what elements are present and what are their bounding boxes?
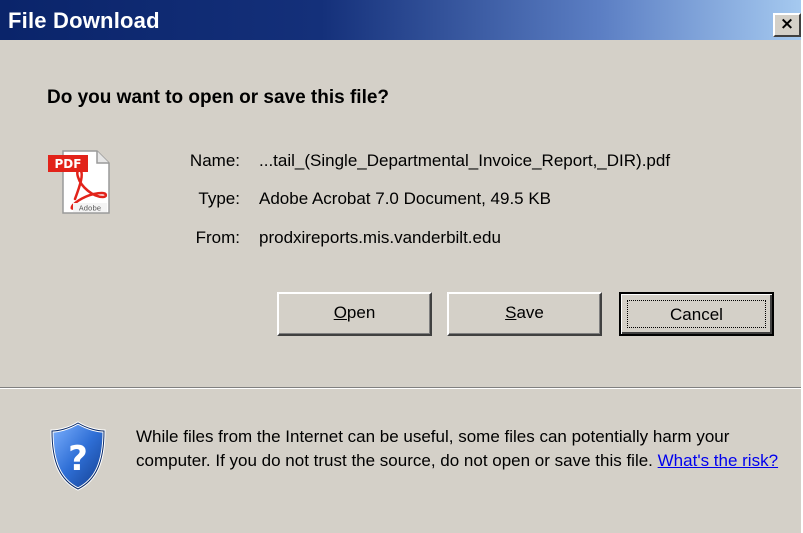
pdf-file-icon: PDF Adobe bbox=[48, 150, 110, 214]
svg-text:PDF: PDF bbox=[55, 157, 82, 171]
svg-text:Adobe: Adobe bbox=[79, 205, 101, 213]
open-button[interactable]: Open bbox=[277, 292, 432, 336]
close-button[interactable]: × bbox=[773, 13, 801, 37]
security-shield-question-icon: ? bbox=[50, 421, 106, 491]
title-bar[interactable]: File Download × bbox=[0, 0, 801, 40]
svg-text:?: ? bbox=[68, 439, 88, 479]
security-warning: While files from the Internet can be use… bbox=[136, 425, 786, 473]
from-value: prodxireports.mis.vanderbilt.edu bbox=[259, 228, 501, 247]
section-divider bbox=[0, 387, 801, 389]
dialog-question: Do you want to open or save this file? bbox=[47, 87, 390, 108]
open-label-rest: pen bbox=[346, 303, 376, 322]
cancel-label: Cancel bbox=[670, 305, 723, 324]
focus-rectangle: Cancel bbox=[627, 300, 766, 328]
name-value: ...tail_(Single_Departmental_Invoice_Rep… bbox=[259, 151, 671, 170]
type-label: Type: bbox=[198, 189, 240, 208]
save-button[interactable]: Save bbox=[447, 292, 602, 336]
open-mnemonic: O bbox=[333, 303, 347, 322]
cancel-button[interactable]: Cancel bbox=[619, 292, 774, 336]
name-label: Name: bbox=[189, 151, 240, 170]
type-value: Adobe Acrobat 7.0 Document, 49.5 KB bbox=[259, 189, 552, 208]
file-download-dialog: File Download × Do you want to open or s… bbox=[0, 0, 803, 533]
save-label-rest: ave bbox=[516, 303, 544, 322]
from-label: From: bbox=[195, 228, 240, 247]
whats-the-risk-link[interactable]: What's the risk? bbox=[658, 451, 778, 470]
warning-text: While files from the Internet can be use… bbox=[136, 427, 730, 470]
save-mnemonic: S bbox=[505, 303, 517, 322]
window-title: File Download bbox=[8, 8, 160, 33]
